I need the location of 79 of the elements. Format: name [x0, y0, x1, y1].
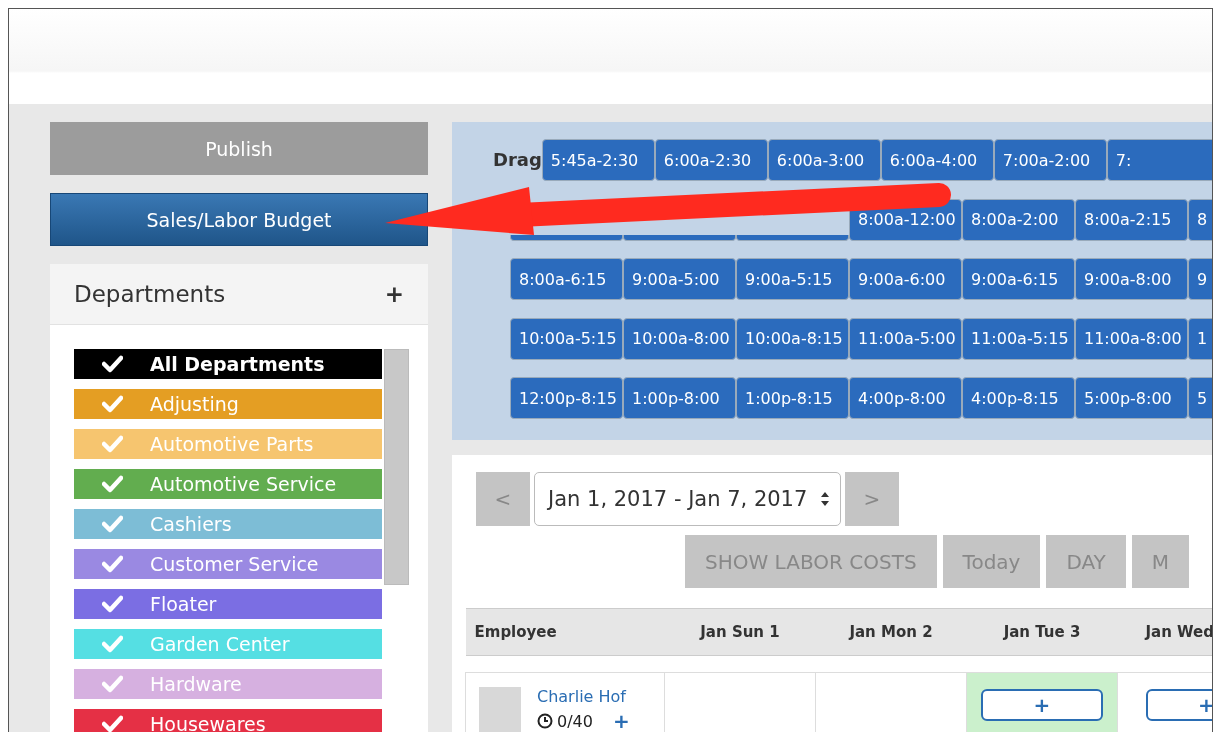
shift-template-button[interactable]: 12:00p-8:15: [510, 377, 623, 419]
check-icon: [101, 634, 123, 654]
shift-template-button[interactable]: 7:00a-2:00: [993, 139, 1107, 181]
check-icon: [101, 474, 123, 494]
department-label: Automotive Service: [150, 473, 337, 495]
shift-template-button[interactable]: 1: [1188, 317, 1212, 360]
add-department-button[interactable]: +: [384, 281, 404, 307]
date-range-select[interactable]: Jan 1, 2017 - Jan 7, 2017: [534, 472, 841, 526]
column-header: Jan Wed: [1117, 608, 1212, 656]
avatar-placeholder: [479, 687, 521, 732]
shift-template-button[interactable]: 11:00a-5:15: [962, 317, 1075, 360]
shift-template-button[interactable]: 4:00p-8:00: [849, 377, 962, 419]
department-label: All Departments: [150, 353, 325, 375]
check-icon: [101, 714, 123, 732]
shift-template-button[interactable]: 6:00a-4:00: [880, 139, 994, 181]
check-icon: [101, 674, 123, 694]
sort-arrows-icon: [820, 491, 830, 507]
check-icon: [101, 394, 123, 414]
shift-template-button[interactable]: 9:00a-6:00: [849, 258, 962, 300]
shift-template-button[interactable]: 8:00a-2:15: [1075, 198, 1188, 241]
check-icon: [101, 594, 123, 614]
shift-template-button[interactable]: 10:00a-5:15: [510, 317, 623, 360]
shift-template-button[interactable]: 8: [1188, 198, 1212, 241]
add-shift-button[interactable]: +: [1145, 689, 1212, 721]
column-header: Jan Tue 3: [966, 608, 1118, 656]
employee-name-link[interactable]: Charlie Hof: [537, 687, 630, 706]
department-label: Adjusting: [150, 393, 239, 415]
department-label: Housewares: [150, 713, 266, 732]
shift-template-button[interactable]: 9:00a-8:00: [1075, 258, 1188, 300]
sales-labor-budget-button[interactable]: Sales/Labor Budget: [50, 193, 428, 246]
column-header: Jan Sun 1: [664, 608, 816, 656]
department-item[interactable]: All Departments: [74, 349, 382, 379]
shift-template-button[interactable]: 10:00a-8:15: [736, 317, 849, 360]
department-label: Cashiers: [150, 513, 232, 535]
shift-template-button[interactable]: [623, 234, 736, 241]
check-icon: [101, 434, 123, 454]
shift-template-button[interactable]: 5: [1188, 377, 1212, 419]
column-header: Jan Mon 2: [815, 608, 967, 656]
departments-title: Departments: [74, 281, 226, 307]
check-icon: [101, 514, 123, 534]
drag-label: Drag: [492, 148, 542, 172]
department-item[interactable]: Automotive Service: [74, 469, 382, 499]
shift-template-button[interactable]: 1:00p-8:15: [736, 377, 849, 419]
department-label: Hardware: [150, 673, 242, 695]
department-label: Garden Center: [150, 633, 290, 655]
shift-template-button[interactable]: 1:00p-8:00: [623, 377, 736, 419]
add-shift-button[interactable]: +: [612, 709, 630, 732]
shift-template-button[interactable]: [510, 234, 623, 241]
shift-template-button[interactable]: 10:00a-8:00: [623, 317, 736, 360]
publish-button[interactable]: Publish: [50, 122, 428, 175]
shift-template-button[interactable]: 9: [1188, 258, 1212, 300]
shift-template-button[interactable]: 5:00p-8:00: [1075, 377, 1188, 419]
scrollbar[interactable]: [384, 349, 409, 585]
shift-template-button[interactable]: [736, 234, 849, 241]
department-item[interactable]: Customer Service: [74, 549, 382, 579]
shift-template-button[interactable]: 9:00a-5:15: [736, 258, 849, 300]
shift-template-button[interactable]: 9:00a-5:00: [623, 258, 736, 300]
shift-template-button[interactable]: 7:: [1106, 139, 1212, 181]
department-item[interactable]: Floater: [74, 589, 382, 619]
shift-template-button[interactable]: 6:00a-2:30: [654, 139, 768, 181]
shift-template-button[interactable]: 4:00p-8:15: [962, 377, 1075, 419]
shift-template-button[interactable]: 8:00a-6:15: [510, 258, 623, 300]
hours-count: 0/40: [557, 711, 593, 731]
check-icon: [101, 354, 123, 374]
department-label: Customer Service: [150, 553, 319, 575]
date-range-value: Jan 1, 2017 - Jan 7, 2017: [548, 487, 808, 511]
add-shift-button[interactable]: +: [981, 689, 1103, 721]
shift-template-button[interactable]: 6:00a-3:00: [767, 139, 881, 181]
shift-template-button[interactable]: 11:00a-5:00: [849, 317, 962, 360]
shift-template-button[interactable]: 5:45a-2:30: [541, 139, 655, 181]
shift-template-button[interactable]: 8:00a-2:00: [962, 198, 1075, 241]
department-item[interactable]: Housewares: [74, 709, 382, 732]
shift-template-button[interactable]: 9:00a-6:15: [962, 258, 1075, 300]
shift-template-button[interactable]: 11:00a-8:00: [1075, 317, 1188, 360]
department-label: Floater: [150, 593, 217, 615]
department-label: Automotive Parts: [150, 433, 314, 455]
clock-icon: [537, 713, 553, 729]
check-icon: [101, 554, 123, 574]
column-header: Employee: [465, 608, 665, 656]
